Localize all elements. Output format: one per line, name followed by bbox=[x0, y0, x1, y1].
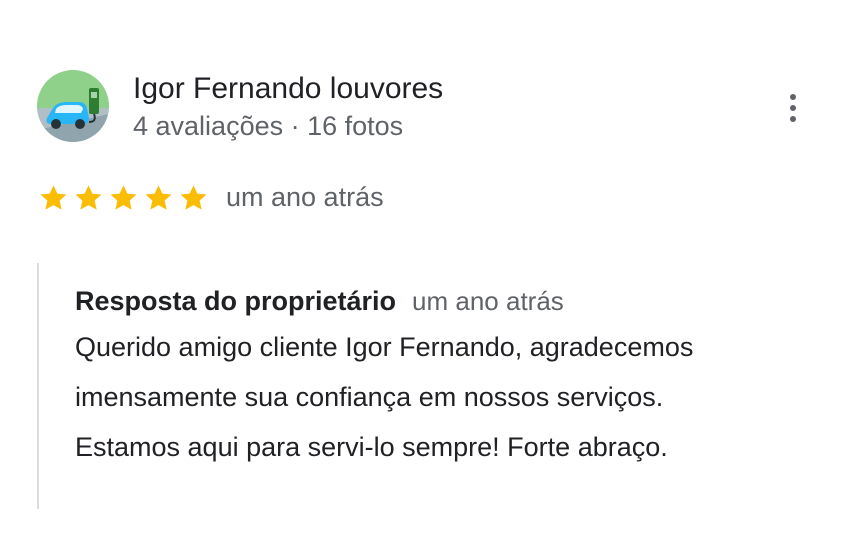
star-icon bbox=[40, 185, 67, 210]
star-icon bbox=[75, 185, 102, 210]
owner-reply-header: Resposta do proprietário um ano atrás bbox=[75, 286, 564, 317]
star-icon bbox=[180, 185, 207, 210]
reviewer-avatar[interactable] bbox=[37, 70, 109, 142]
car-charging-icon bbox=[37, 70, 109, 142]
owner-reply-line: Querido amigo cliente Igor Fernando, agr… bbox=[75, 332, 694, 362]
owner-reply-title: Resposta do proprietário bbox=[75, 286, 397, 316]
owner-reply-line: Estamos aqui para servi-lo sempre! Forte… bbox=[75, 432, 668, 462]
reviewer-stats: 4 avaliações · 16 fotos bbox=[133, 111, 404, 141]
review-date: um ano atrás bbox=[226, 182, 384, 212]
owner-reply-date: um ano atrás bbox=[412, 286, 564, 316]
reply-divider bbox=[37, 263, 39, 509]
reviewer-name[interactable]: Igor Fernando louvores bbox=[133, 72, 443, 106]
star-rating bbox=[37, 182, 210, 214]
star-icon bbox=[145, 185, 172, 210]
owner-reply-line: imensamente sua confiança em nossos serv… bbox=[75, 382, 664, 412]
owner-reply-text: Querido amigo cliente Igor Fernando, agr… bbox=[75, 322, 815, 472]
more-vert-icon[interactable] bbox=[776, 88, 810, 128]
star-icon bbox=[110, 185, 137, 210]
